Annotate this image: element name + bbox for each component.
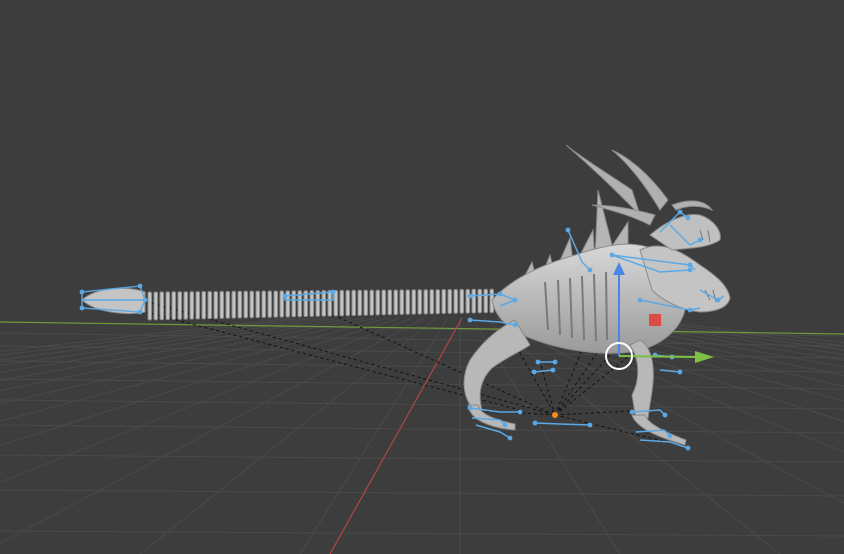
3d-viewport[interactable] xyxy=(0,0,844,554)
bone-joint[interactable] xyxy=(587,422,593,428)
creature-body-mesh[interactable] xyxy=(463,144,731,421)
bone-joint[interactable] xyxy=(677,209,683,215)
bone-joint[interactable] xyxy=(685,215,691,221)
bone-joint[interactable] xyxy=(687,262,693,268)
bone-joint[interactable] xyxy=(142,297,148,303)
bone-joint[interactable] xyxy=(715,297,721,303)
bone-joint[interactable] xyxy=(79,289,85,295)
bone-joint[interactable] xyxy=(330,289,336,295)
bone-joint[interactable] xyxy=(507,435,513,441)
bone-joint[interactable] xyxy=(587,267,593,273)
viewport-canvas[interactable] xyxy=(0,0,844,554)
bone-joint[interactable] xyxy=(137,309,143,315)
bone-joint[interactable] xyxy=(467,317,473,323)
bone-joint[interactable] xyxy=(467,293,473,299)
bone-joint[interactable] xyxy=(565,227,571,233)
bone-joint[interactable] xyxy=(697,237,703,243)
bone-joint[interactable] xyxy=(531,369,537,375)
y-axis-line xyxy=(329,317,463,554)
bone-joint[interactable] xyxy=(667,433,673,439)
bone-joint[interactable] xyxy=(502,422,508,428)
bone-joint[interactable] xyxy=(677,369,683,375)
bone-joint[interactable] xyxy=(517,409,523,415)
bone-joint[interactable] xyxy=(497,291,503,297)
bone-joint[interactable] xyxy=(552,359,558,365)
gizmo-x-handle[interactable] xyxy=(649,314,661,326)
bone-joint[interactable] xyxy=(687,307,693,313)
armature-origin-icon[interactable] xyxy=(552,412,558,418)
gizmo-y-axis[interactable] xyxy=(618,355,698,358)
bone-joint[interactable] xyxy=(609,252,615,258)
gizmo-y-arrow-icon[interactable] xyxy=(695,351,714,363)
bone-joint[interactable] xyxy=(687,267,693,273)
bone-joint[interactable] xyxy=(532,420,538,426)
bone-joint[interactable] xyxy=(512,297,518,303)
bone-joint[interactable] xyxy=(512,322,518,328)
bone-joint[interactable] xyxy=(535,359,541,365)
bone-joint[interactable] xyxy=(662,412,668,418)
bone-joint[interactable] xyxy=(79,305,85,311)
bone-joint[interactable] xyxy=(637,297,643,303)
floor-grid xyxy=(0,317,844,554)
bone-joint[interactable] xyxy=(685,445,691,451)
bone-joint[interactable] xyxy=(550,367,556,373)
bone-joint[interactable] xyxy=(282,293,288,299)
bone-joint[interactable] xyxy=(137,283,143,289)
bone-joint[interactable] xyxy=(629,409,635,415)
bone-joint[interactable] xyxy=(467,405,473,411)
